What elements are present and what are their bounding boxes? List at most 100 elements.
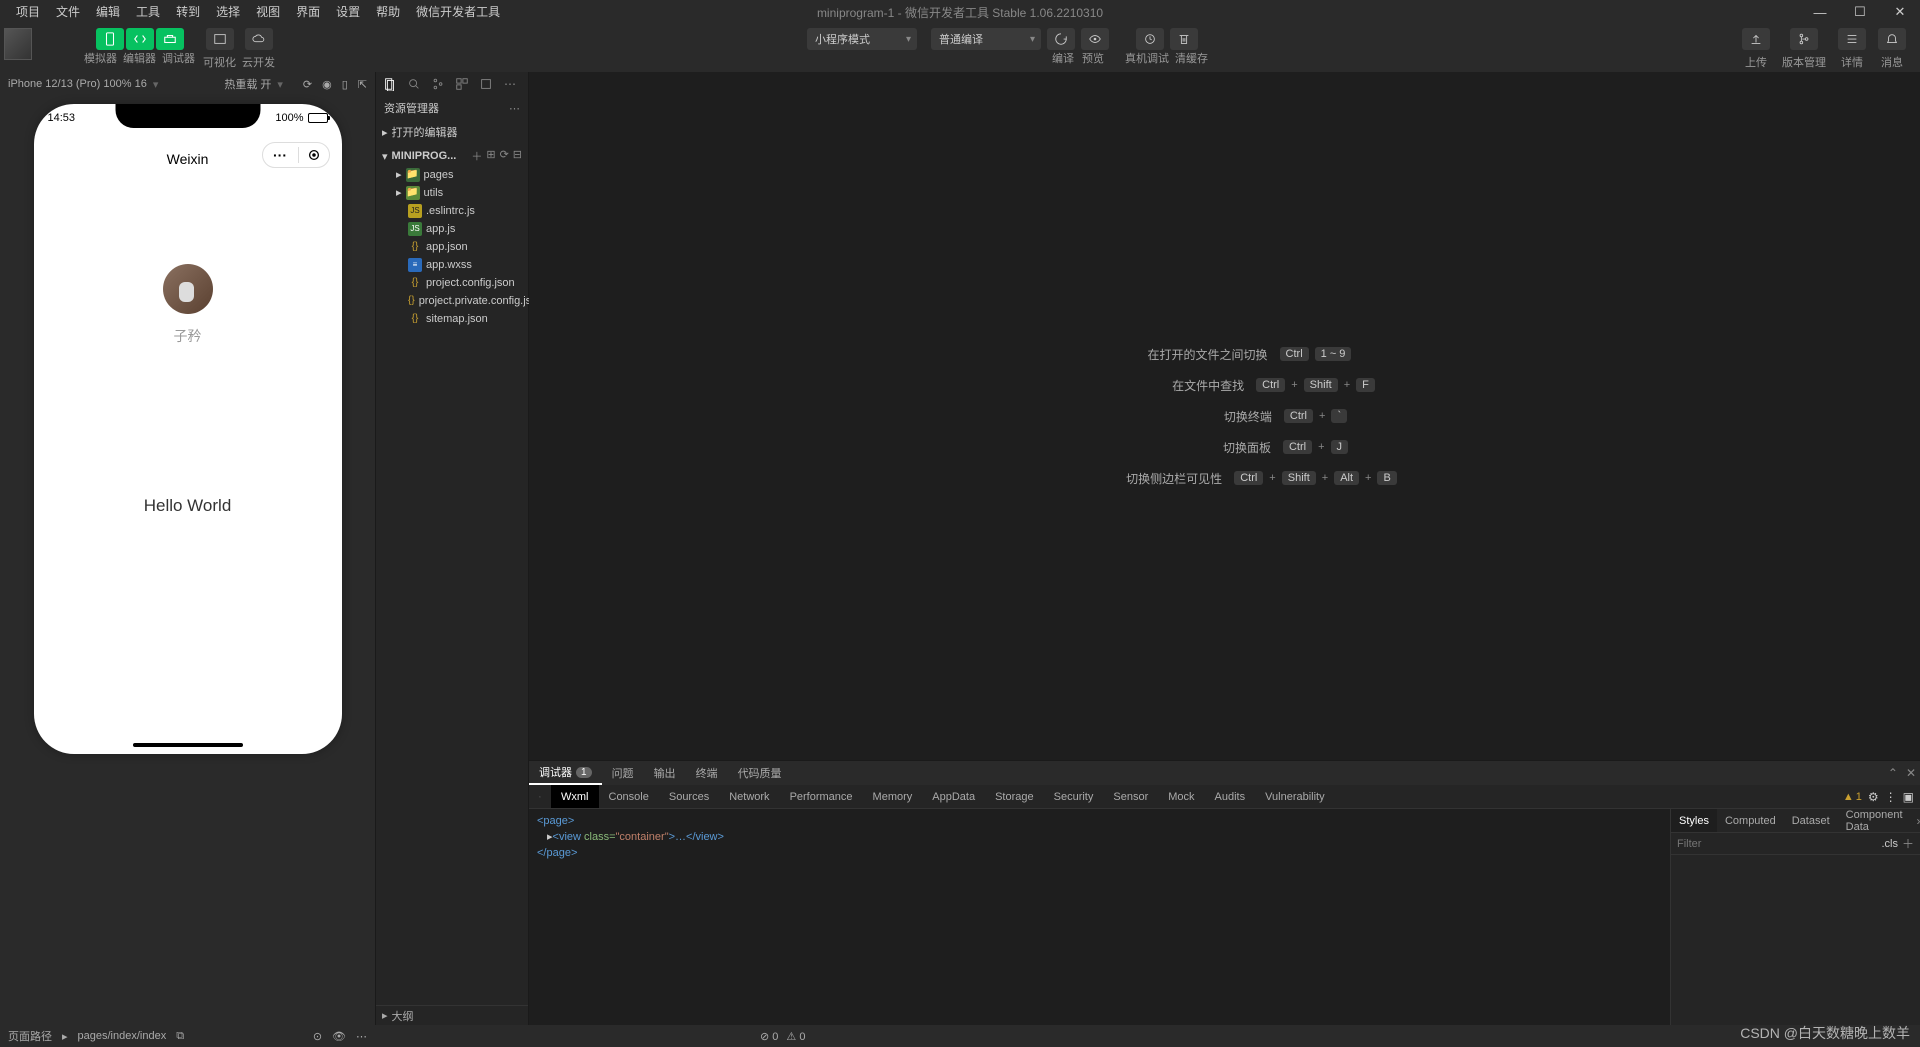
capsule-menu-icon[interactable]: ···: [263, 147, 299, 163]
sim-perf-icon[interactable]: ⊙: [313, 1030, 322, 1043]
file-projectprivate[interactable]: {}project.private.config.js...: [376, 292, 528, 310]
tab-wxml[interactable]: Wxml: [551, 785, 599, 808]
capsule-close-icon[interactable]: [299, 148, 329, 162]
tab-sensor[interactable]: Sensor: [1103, 785, 1158, 808]
cls-toggle[interactable]: .cls: [1881, 838, 1898, 850]
menu-edit[interactable]: 编辑: [88, 0, 128, 24]
copy-path-icon[interactable]: ⧉: [176, 1030, 184, 1043]
compile-dropdown[interactable]: 普通编译: [931, 28, 1041, 50]
upload-button[interactable]: [1742, 28, 1770, 50]
menu-help[interactable]: 帮助: [368, 0, 408, 24]
sim-expand-icon[interactable]: ⇱: [358, 78, 367, 91]
details-button[interactable]: [1838, 28, 1866, 50]
activity-search-icon[interactable]: [402, 72, 426, 96]
project-section[interactable]: ▾MINIPROG... ＋⊞⟳⊟: [376, 146, 528, 166]
sim-more-icon[interactable]: ⋯: [356, 1030, 367, 1043]
tab-appdata[interactable]: AppData: [922, 785, 985, 808]
menu-tools[interactable]: 工具: [128, 0, 168, 24]
user-avatar[interactable]: [163, 264, 213, 314]
tab-terminal[interactable]: 终端: [686, 761, 728, 785]
notify-button[interactable]: [1878, 28, 1906, 50]
devtools-more-icon[interactable]: ⋮: [1885, 790, 1897, 804]
mode-dropdown[interactable]: 小程序模式: [807, 28, 917, 50]
error-count[interactable]: ⊘ 0: [760, 1030, 778, 1043]
tab-problems[interactable]: 问题: [602, 761, 644, 785]
warnings-indicator[interactable]: ▲1: [1843, 791, 1862, 803]
simulator-toggle[interactable]: [96, 28, 124, 50]
hot-reload[interactable]: 热重载 开: [224, 76, 271, 92]
wxml-tree[interactable]: <page> ▸<view class="container">…</view>…: [529, 809, 1670, 1025]
activity-component-icon[interactable]: [474, 72, 498, 96]
menu-view[interactable]: 视图: [248, 0, 288, 24]
tab-console[interactable]: Console: [599, 785, 659, 808]
menu-goto[interactable]: 转到: [168, 0, 208, 24]
warning-count[interactable]: ⚠ 0: [786, 1030, 805, 1043]
inspect-icon[interactable]: [529, 785, 551, 808]
outline-section[interactable]: ▸大纲: [376, 1005, 528, 1025]
sim-device-icon[interactable]: ▯: [342, 78, 348, 91]
add-style-icon[interactable]: ＋: [1902, 835, 1914, 852]
tab-mock[interactable]: Mock: [1158, 785, 1204, 808]
explorer-more-icon[interactable]: ⋯: [509, 102, 520, 115]
menu-file[interactable]: 文件: [48, 0, 88, 24]
devtools-settings-icon[interactable]: ⚙: [1868, 790, 1879, 804]
file-eslintrc[interactable]: JS.eslintrc.js: [376, 202, 528, 220]
new-folder-icon[interactable]: ⊞: [486, 148, 495, 164]
styles-filter-input[interactable]: [1677, 838, 1877, 850]
refresh-icon[interactable]: ⟳: [500, 148, 509, 164]
file-appjs[interactable]: JSapp.js: [376, 220, 528, 238]
folder-pages[interactable]: ▸📁pages: [376, 166, 528, 184]
menu-settings[interactable]: 设置: [328, 0, 368, 24]
tab-code-quality[interactable]: 代码质量: [728, 761, 792, 785]
editor-toggle[interactable]: [126, 28, 154, 50]
tab-debugger[interactable]: 调试器1: [529, 761, 602, 785]
styles-tab-component[interactable]: Component Data: [1838, 809, 1911, 832]
tab-performance[interactable]: Performance: [780, 785, 863, 808]
file-projectconfig[interactable]: {}project.config.json: [376, 274, 528, 292]
compile-button[interactable]: [1047, 28, 1075, 50]
sim-refresh-icon[interactable]: ⟳: [303, 78, 312, 91]
close-button[interactable]: ✕: [1880, 0, 1920, 24]
activity-more-icon[interactable]: ⋯: [498, 72, 522, 96]
tab-storage[interactable]: Storage: [985, 785, 1044, 808]
new-file-icon[interactable]: ＋: [471, 148, 482, 164]
styles-expand-icon[interactable]: »: [1911, 809, 1920, 832]
page-path[interactable]: pages/index/index: [78, 1030, 167, 1042]
capsule-button[interactable]: ···: [262, 142, 330, 168]
styles-tab-styles[interactable]: Styles: [1671, 809, 1717, 832]
version-button[interactable]: [1790, 28, 1818, 50]
maximize-button[interactable]: ☐: [1840, 0, 1880, 24]
tab-output[interactable]: 输出: [644, 761, 686, 785]
tab-security[interactable]: Security: [1044, 785, 1104, 808]
minimize-button[interactable]: —: [1800, 0, 1840, 24]
sim-eye-icon[interactable]: 👁: [332, 1030, 346, 1043]
visual-toggle[interactable]: [206, 28, 234, 50]
tab-sources[interactable]: Sources: [659, 785, 719, 808]
user-avatar-button[interactable]: [4, 28, 32, 60]
menu-select[interactable]: 选择: [208, 0, 248, 24]
tab-memory[interactable]: Memory: [863, 785, 923, 808]
file-sitemap[interactable]: {}sitemap.json: [376, 310, 528, 328]
tab-network[interactable]: Network: [719, 785, 779, 808]
panel-up-icon[interactable]: ⌃: [1888, 766, 1898, 780]
panel-close-icon[interactable]: ✕: [1906, 766, 1916, 780]
file-appjson[interactable]: {}app.json: [376, 238, 528, 256]
menu-interface[interactable]: 界面: [288, 0, 328, 24]
folder-utils[interactable]: ▸📁utils: [376, 184, 528, 202]
activity-extensions-icon[interactable]: [450, 72, 474, 96]
sim-record-icon[interactable]: ◉: [322, 78, 332, 91]
tab-vulnerability[interactable]: Vulnerability: [1255, 785, 1335, 808]
open-editors-section[interactable]: ▸打开的编辑器: [376, 122, 528, 142]
activity-explorer-icon[interactable]: [378, 72, 402, 96]
styles-tab-dataset[interactable]: Dataset: [1784, 809, 1838, 832]
tab-audits[interactable]: Audits: [1205, 785, 1256, 808]
collapse-icon[interactable]: ⊟: [513, 148, 522, 164]
menu-wxdevtools[interactable]: 微信开发者工具: [408, 0, 508, 24]
styles-tab-computed[interactable]: Computed: [1717, 809, 1784, 832]
preview-button[interactable]: [1081, 28, 1109, 50]
cloud-toggle[interactable]: [245, 28, 273, 50]
menu-project[interactable]: 项目: [8, 0, 48, 24]
clear-cache-button[interactable]: [1170, 28, 1198, 50]
file-appwxss[interactable]: ≡app.wxss: [376, 256, 528, 274]
real-device-button[interactable]: [1136, 28, 1164, 50]
